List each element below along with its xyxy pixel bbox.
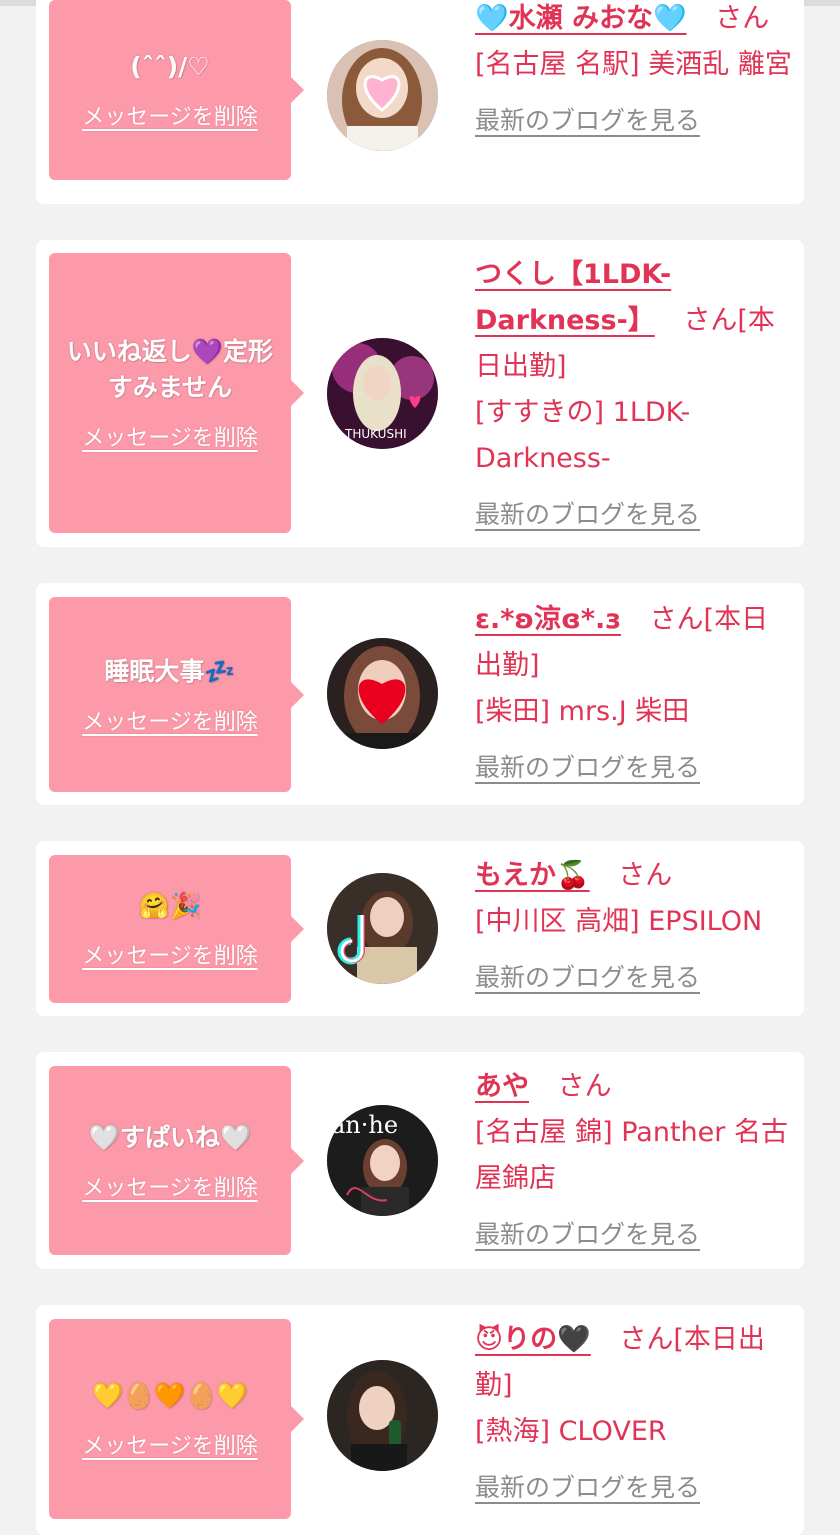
message-card: 🤍すぱいね🤍 メッセージを削除 an·he あや さん [名古屋 錦] Pant… xyxy=(36,1052,804,1269)
user-info: もえか🍒 さん [中川区 高畑] EPSILON 最新のブログを見る xyxy=(475,853,793,1001)
latest-blog-link[interactable]: 最新のブログを見る xyxy=(475,492,700,538)
latest-blog-link[interactable]: 最新のブログを見る xyxy=(475,1212,700,1258)
message-card: 🤗🎉 メッセージを削除 もえか🍒 さん [中川区 高畑] EPSILON 最新の… xyxy=(36,841,804,1016)
name-suffix: さん xyxy=(618,860,673,891)
message-text: いいね返し💜定形すみません xyxy=(66,337,274,402)
delete-message-link[interactable]: メッセージを削除 xyxy=(82,99,258,131)
name-line: 🩵水瀬 みおな🩵 さん xyxy=(475,0,793,42)
shop-info: [中川区 高畑] EPSILON xyxy=(475,906,763,937)
name-line: あや さん xyxy=(475,1064,793,1110)
name-suffix: さん xyxy=(715,3,770,34)
latest-blog-link[interactable]: 最新のブログを見る xyxy=(475,98,700,144)
user-name-link[interactable]: 🩵水瀬 みおな🩵 xyxy=(475,3,687,34)
user-name-link[interactable]: つくし【1LDK-Darkness-】 xyxy=(475,259,671,336)
name-line: ε.*ʚ涼ɞ*.з さん[本日出勤] xyxy=(475,597,793,689)
avatar[interactable]: an·he xyxy=(327,1105,438,1216)
delete-message-link[interactable]: メッセージを削除 xyxy=(82,704,258,736)
avatar[interactable] xyxy=(327,1360,438,1471)
shop-info: [熱海] CLOVER xyxy=(475,1416,667,1447)
user-info: つくし【1LDK-Darkness-】 さん[本日出勤] [すすきの] 1LDK… xyxy=(475,252,793,538)
latest-blog-link[interactable]: 最新のブログを見る xyxy=(475,745,700,791)
message-bubble: (ˆˆ)/♡ メッセージを削除 xyxy=(49,0,304,180)
user-info: 🩵水瀬 みおな🩵 さん [名古屋 名駅] 美酒乱 離宮 最新のブログを見る xyxy=(475,0,793,144)
user-name-link[interactable]: あや xyxy=(475,1071,529,1102)
avatar[interactable] xyxy=(327,873,438,984)
message-card: (ˆˆ)/♡ メッセージを削除 🩵水瀬 みおな🩵 さん [名古屋 名駅] 美酒乱… xyxy=(36,0,804,204)
delete-message-link[interactable]: メッセージを削除 xyxy=(82,938,258,970)
user-name-link[interactable]: ε.*ʚ涼ɞ*.з xyxy=(475,604,621,635)
user-info: 😈りの🖤 さん[本日出勤] [熱海] CLOVER 最新のブログを見る xyxy=(475,1317,793,1511)
message-text: 🤍すぱいね🤍 xyxy=(88,1122,252,1152)
user-name-link[interactable]: 😈りの🖤 xyxy=(475,1324,591,1355)
avatar[interactable] xyxy=(327,638,438,749)
message-card: 睡眠大事💤 メッセージを削除 ε.*ʚ涼ɞ*.з さん[本日出勤] [柴田] m… xyxy=(36,583,804,805)
message-text: 🤗🎉 xyxy=(138,891,202,920)
name-line: つくし【1LDK-Darkness-】 さん[本日出勤] xyxy=(475,252,793,390)
name-suffix: さん xyxy=(557,1071,612,1102)
shop-info: [柴田] mrs.J 柴田 xyxy=(475,696,690,727)
message-text: 💛🥚🧡🥚💛 xyxy=(92,1381,248,1410)
message-text: 睡眠大事💤 xyxy=(104,656,236,686)
shop-info: [名古屋 名駅] 美酒乱 離宮 xyxy=(475,49,792,80)
latest-blog-link[interactable]: 最新のブログを見る xyxy=(475,955,700,1001)
avatar[interactable] xyxy=(327,40,438,151)
avatar[interactable]: THUKUSHI xyxy=(327,338,438,449)
delete-message-link[interactable]: メッセージを削除 xyxy=(82,420,258,452)
latest-blog-link[interactable]: 最新のブログを見る xyxy=(475,1465,700,1511)
message-bubble: 🤍すぱいね🤍 メッセージを削除 xyxy=(49,1066,304,1255)
delete-message-link[interactable]: メッセージを削除 xyxy=(82,1428,258,1460)
svg-text:THUKUSHI: THUKUSHI xyxy=(344,427,407,441)
svg-text:an·he: an·he xyxy=(331,1111,398,1139)
user-name-link[interactable]: もえか🍒 xyxy=(475,860,590,891)
user-info: ε.*ʚ涼ɞ*.з さん[本日出勤] [柴田] mrs.J 柴田 最新のブログを… xyxy=(475,597,793,791)
message-card: 💛🥚🧡🥚💛 メッセージを削除 😈りの🖤 さん[本日出勤] [熱海] CLOVER… xyxy=(36,1305,804,1535)
name-line: もえか🍒 さん xyxy=(475,853,793,899)
shop-info: [すすきの] 1LDK-Darkness- xyxy=(475,397,691,474)
message-bubble: 睡眠大事💤 メッセージを削除 xyxy=(49,597,304,792)
message-text: (ˆˆ)/♡ xyxy=(130,52,210,81)
message-bubble: いいね返し💜定形すみません メッセージを削除 xyxy=(49,253,304,533)
name-line: 😈りの🖤 さん[本日出勤] xyxy=(475,1317,793,1409)
shop-info: [名古屋 錦] Panther 名古屋錦店 xyxy=(475,1117,788,1194)
message-bubble: 💛🥚🧡🥚💛 メッセージを削除 xyxy=(49,1319,304,1519)
message-bubble: 🤗🎉 メッセージを削除 xyxy=(49,855,304,1003)
delete-message-link[interactable]: メッセージを削除 xyxy=(82,1170,258,1202)
user-info: あや さん [名古屋 錦] Panther 名古屋錦店 最新のブログを見る xyxy=(475,1064,793,1258)
message-card: いいね返し💜定形すみません メッセージを削除 THUKUSHI つくし【1LDK… xyxy=(36,240,804,547)
